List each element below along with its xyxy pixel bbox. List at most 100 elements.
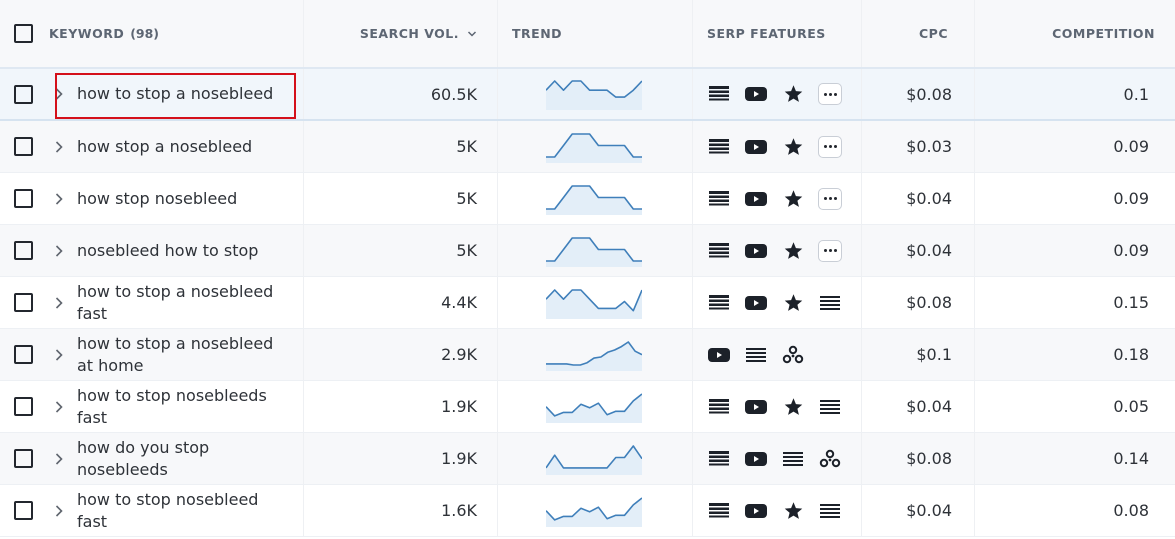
trend-column-header: TREND [498,0,693,67]
select-all-checkbox[interactable] [14,24,33,43]
search-volume-cell: 1.9K [304,381,498,432]
row-checkbox[interactable] [14,397,33,416]
competition-value: 0.15 [1113,293,1149,312]
sort-chevron-down-icon[interactable] [467,30,477,38]
row-checkbox[interactable] [14,189,33,208]
expand-chevron-right-icon[interactable] [47,244,71,258]
table-row[interactable]: how stop a nosebleed 5K $0.03 0.09 [0,121,1175,173]
serp-features-cell [693,277,862,328]
expand-chevron-right-icon[interactable] [47,87,71,101]
row-checkbox[interactable] [14,345,33,364]
review-star-icon [781,291,805,315]
competition-value: 0.09 [1113,189,1149,208]
row-checkbox[interactable] [14,449,33,468]
video-icon [744,291,768,315]
featured-snippet-icon [707,239,731,263]
keyword-cell: how stop nosebleed [0,173,304,224]
row-checkbox[interactable] [14,137,33,156]
trend-cell [498,485,693,536]
table-row[interactable]: how to stop a nosebleed fast 4.4K $0.08 … [0,277,1175,329]
more-serp-features-button[interactable] [818,187,842,210]
cpc-cell: $0.08 [862,433,975,484]
expand-chevron-right-icon[interactable] [47,296,71,310]
keyword-text[interactable]: how to stop nosebleeds fast [77,385,287,429]
table-row[interactable]: nosebleed how to stop 5K $0.04 0.09 [0,225,1175,277]
cpc-cell: $0.04 [862,173,975,224]
competition-cell: 0.15 [975,277,1175,328]
search-vol-column-header[interactable]: SEARCH VOL. [304,0,498,67]
keyword-text[interactable]: how to stop a nosebleed [77,83,287,105]
serp-features-cell [693,121,862,172]
cpc-value: $0.04 [906,189,952,208]
competition-cell: 0.05 [975,381,1175,432]
video-icon [744,239,768,263]
search-volume-value: 2.9K [441,345,477,364]
list-icon [818,395,842,419]
cpc-column-header[interactable]: CPC [862,0,975,67]
more-serp-features-button[interactable] [818,239,842,262]
keyword-cell: how to stop a nosebleed fast [0,277,304,328]
competition-value: 0.18 [1113,345,1149,364]
trend-sparkline [546,444,642,475]
row-checkbox[interactable] [14,241,33,260]
search-volume-value: 1.9K [441,397,477,416]
cpc-cell: $0.04 [862,485,975,536]
table-row[interactable]: how to stop nosebleeds fast 1.9K $0.04 0… [0,381,1175,433]
featured-snippet-icon [707,499,731,523]
expand-chevron-right-icon[interactable] [47,452,71,466]
more-serp-features-button[interactable] [818,83,842,105]
trend-sparkline [546,80,642,110]
search-volume-cell: 1.6K [304,485,498,536]
keyword-text[interactable]: how do you stop nosebleeds [77,437,287,481]
row-checkbox[interactable] [14,293,33,312]
expand-chevron-right-icon[interactable] [47,504,71,518]
table-row[interactable]: how to stop a nosebleed 60.5K $0.08 0.1 [0,69,1175,121]
keyword-text[interactable]: how stop a nosebleed [77,136,287,158]
keyword-cell: how to stop a nosebleed at home [0,329,304,380]
keyword-cell: how do you stop nosebleeds [0,433,304,484]
review-star-icon [781,395,805,419]
keyword-text[interactable]: how stop nosebleed [77,188,287,210]
featured-snippet-icon [707,82,731,106]
competition-column-header[interactable]: COMPETITION [975,0,1175,67]
serp-features-cell [693,69,862,119]
row-checkbox[interactable] [14,84,33,104]
search-volume-cell: 1.9K [304,433,498,484]
expand-chevron-right-icon[interactable] [47,348,71,362]
keyword-text[interactable]: how to stop nosebleed fast [77,489,287,533]
serp-column-header: SERP FEATURES [693,0,862,67]
competition-cell: 0.1 [975,69,1175,119]
search-volume-value: 4.4K [441,293,477,312]
table-row[interactable]: how to stop nosebleed fast 1.6K $0.04 0.… [0,485,1175,537]
keyword-text[interactable]: nosebleed how to stop [77,240,287,262]
video-icon [744,82,768,106]
competition-cell: 0.08 [975,485,1175,536]
trend-cell [498,121,693,172]
expand-chevron-right-icon[interactable] [47,400,71,414]
video-icon [744,395,768,419]
video-icon [744,135,768,159]
cpc-cell: $0.08 [862,69,975,119]
keyword-text[interactable]: how to stop a nosebleed fast [77,281,287,325]
row-checkbox[interactable] [14,501,33,520]
cpc-value: $0.04 [906,501,952,520]
table-row[interactable]: how do you stop nosebleeds 1.9K $0.08 0.… [0,433,1175,485]
cpc-cell: $0.1 [862,329,975,380]
table-row[interactable]: how to stop a nosebleed at home 2.9K $0.… [0,329,1175,381]
keyword-column-header[interactable]: KEYWORD (98) [49,26,159,41]
cpc-value: $0.04 [906,397,952,416]
competition-cell: 0.09 [975,173,1175,224]
featured-snippet-icon [707,291,731,315]
search-volume-cell: 5K [304,225,498,276]
serp-features-cell [693,433,862,484]
table-row[interactable]: how stop nosebleed 5K $0.04 0.09 [0,173,1175,225]
competition-value: 0.09 [1113,137,1149,156]
serp-features-cell [693,225,862,276]
expand-chevron-right-icon[interactable] [47,192,71,206]
more-serp-features-button[interactable] [818,135,842,158]
table-body: how to stop a nosebleed 60.5K $0.08 0.1 … [0,69,1175,537]
search-volume-cell: 2.9K [304,329,498,380]
keyword-text[interactable]: how to stop a nosebleed at home [77,333,287,377]
search-volume-value: 60.5K [430,84,477,104]
expand-chevron-right-icon[interactable] [47,140,71,154]
